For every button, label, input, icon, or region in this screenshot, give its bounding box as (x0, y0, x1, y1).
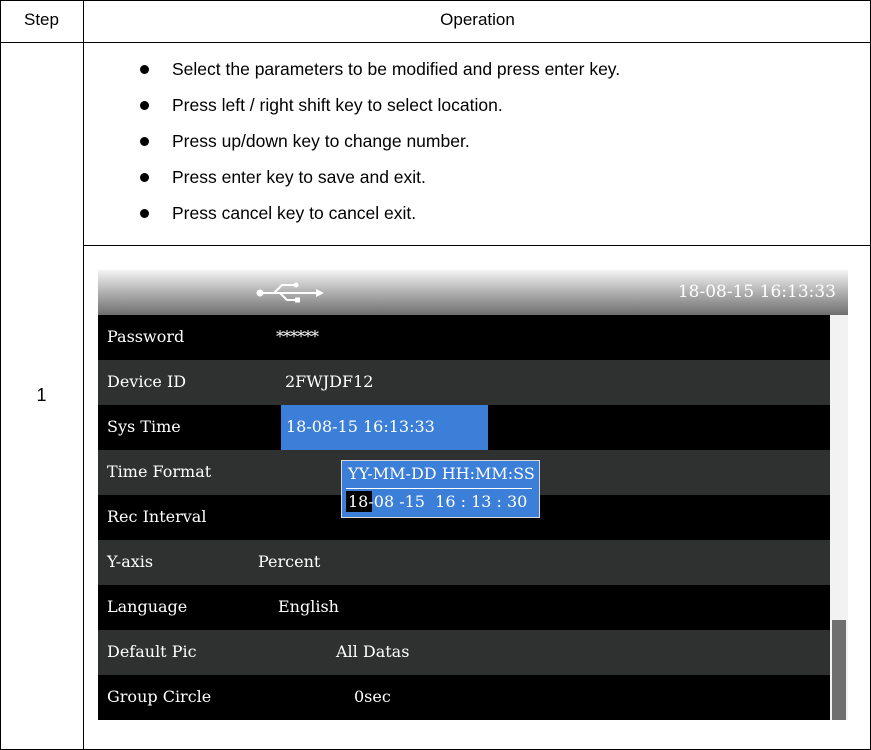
setting-value: 0sec (354, 687, 391, 706)
instruction-item: Press left / right shift key to select l… (140, 94, 620, 130)
setting-label: Default Pic (107, 642, 197, 661)
setting-label: Group Circle (107, 687, 212, 706)
setting-label: Rec Interval (107, 507, 207, 526)
instruction-item: Press up/down key to change number. (140, 130, 620, 166)
setting-row-y-axis[interactable]: Y-axis Percent (98, 540, 830, 585)
operation-table: Step Operation 1 Select the parameters t… (0, 0, 871, 750)
setting-row-password[interactable]: Password ****** (98, 315, 830, 360)
setting-label: Password (107, 327, 185, 346)
bullet-icon (140, 65, 149, 74)
setting-label: Device ID (107, 372, 187, 391)
setting-label: Language (107, 597, 188, 616)
setting-value: All Datas (336, 642, 410, 661)
instruction-text: Select the parameters to be modified and… (172, 59, 621, 79)
bullet-icon (140, 173, 149, 182)
bullet-icon (140, 137, 149, 146)
table-top-border (0, 0, 871, 1)
time-edit-popup[interactable]: YY-MM-DD HH:MM:SS 18-08 -15 16 : 13 : 30 (341, 460, 540, 518)
setting-value: 2FWJDF12 (285, 372, 374, 391)
instruction-text: Press up/down key to change number. (172, 131, 470, 151)
device-screen: 18-08-15 16:13:33 Password ****** Device… (98, 270, 848, 720)
scrollbar-thumb[interactable] (832, 620, 846, 720)
remaining-digits: -08 -15 16 : 13 : 30 (368, 492, 528, 511)
setting-row-default-pic[interactable]: Default Pic All Datas (98, 630, 830, 675)
sys-time-value: 18-08-15 16:13:33 (286, 417, 435, 436)
scrollbar[interactable] (830, 315, 848, 720)
setting-row-device-id[interactable]: Device ID 2FWJDF12 (98, 360, 830, 405)
instruction-item: Press cancel key to cancel exit. (140, 202, 620, 238)
instruction-text: Press enter key to save and exit. (172, 167, 426, 187)
setting-label: Y-axis (107, 552, 154, 571)
status-bar: 18-08-15 16:13:33 (98, 270, 848, 315)
bullet-icon (140, 101, 149, 110)
step-number: 1 (36, 385, 47, 405)
time-edit-field[interactable]: 18-08 -15 16 : 13 : 30 (348, 492, 527, 511)
instruction-item: Press enter key to save and exit. (140, 166, 620, 202)
time-format-label: YY-MM-DD HH:MM:SS (348, 464, 535, 483)
instruction-item: Select the parameters to be modified and… (140, 58, 620, 94)
instruction-text: Press left / right shift key to select l… (172, 95, 503, 115)
setting-value: ****** (276, 327, 319, 346)
setting-label: Sys Time (107, 417, 181, 436)
sys-time-value-highlight[interactable]: 18-08-15 16:13:33 (281, 405, 488, 450)
setting-value: Percent (258, 552, 321, 571)
header-step: Step (24, 10, 59, 29)
clock-readout: 18-08-15 16:13:33 (677, 282, 836, 302)
setting-value: English (278, 597, 339, 616)
setting-row-language[interactable]: Language English (98, 585, 830, 630)
column-divider (83, 0, 84, 750)
cursor-digits: 18 (348, 492, 369, 511)
setting-label: Time Format (107, 462, 212, 481)
instruction-list: Select the parameters to be modified and… (140, 58, 620, 238)
header-operation: Operation (440, 10, 515, 29)
setting-row-group-circle[interactable]: Group Circle 0sec (98, 675, 830, 720)
bullets-bottom-border (84, 245, 871, 246)
usb-icon (256, 282, 324, 303)
bullet-icon (140, 209, 149, 218)
instruction-text: Press cancel key to cancel exit. (172, 203, 417, 223)
popup-divider (346, 488, 532, 489)
header-bottom-border (0, 42, 871, 43)
table-left-border (0, 0, 1, 750)
